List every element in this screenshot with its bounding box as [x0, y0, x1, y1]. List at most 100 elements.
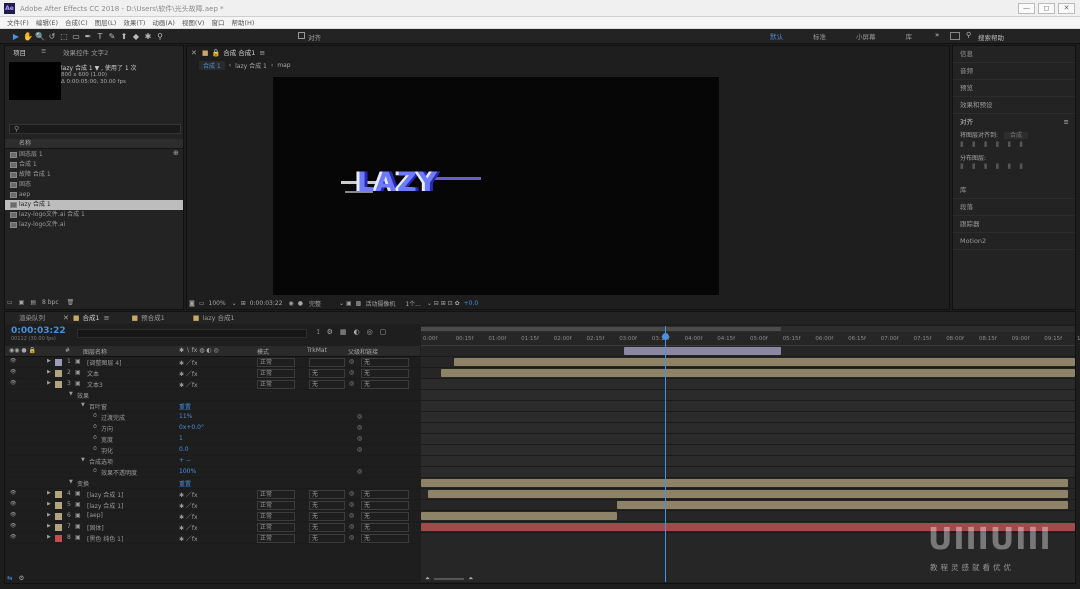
tool-4-icon[interactable]: ⬚: [58, 32, 70, 41]
project-item[interactable]: lazy-logo文件.ai: [5, 220, 183, 230]
workspace-icon[interactable]: [950, 32, 960, 40]
property-expand-icon[interactable]: ⏱: [93, 435, 97, 441]
tool-6-icon[interactable]: ✒: [82, 32, 94, 41]
property-row[interactable]: ⏱ 过渡完成 11% ◎: [5, 412, 420, 423]
expand-arrow-icon[interactable]: ▶: [47, 380, 51, 386]
layer-color-label[interactable]: [55, 513, 62, 520]
project-menu-icon[interactable]: ≡: [41, 47, 46, 55]
expand-arrow-icon[interactable]: ▶: [47, 512, 51, 518]
distribute-buttons[interactable]: ▮▮▮▮▮▮: [953, 162, 1075, 182]
timeline-timecode[interactable]: 0:00:03:22: [11, 326, 66, 336]
region-icon[interactable]: ⌄ ▣: [339, 300, 352, 307]
transparency-icon[interactable]: ▩: [356, 300, 362, 307]
viewer-canvas[interactable]: LAZY: [273, 77, 719, 295]
trash-icon[interactable]: 🗑: [67, 299, 75, 306]
tool-1-icon[interactable]: ✋: [22, 32, 34, 41]
playhead[interactable]: [661, 326, 669, 582]
property-expand-icon[interactable]: ▼: [69, 391, 73, 397]
tab-precomp-1[interactable]: 预合成1: [141, 312, 165, 324]
trkmat-dropdown[interactable]: [309, 358, 345, 367]
visibility-eye-icon[interactable]: 👁: [10, 369, 16, 375]
tab-lazy-comp[interactable]: lazy 合成1: [202, 312, 234, 324]
trkmat-dropdown[interactable]: 无: [309, 380, 345, 389]
project-item[interactable]: lazy 合成 1: [5, 200, 183, 210]
parent-dropdown[interactable]: 无: [361, 512, 409, 521]
expand-arrow-icon[interactable]: ▶: [47, 490, 51, 496]
property-value[interactable]: 100%: [179, 468, 196, 475]
layer-switch-icons[interactable]: ✱ ／fx: [179, 523, 198, 532]
workspace-3[interactable]: 库: [906, 31, 913, 41]
folder-icon[interactable]: ▣: [19, 299, 25, 306]
close-button[interactable]: ✕: [1058, 3, 1075, 14]
lock-icon[interactable]: 🔒: [212, 49, 221, 57]
property-row[interactable]: ⏱ 方向 0x+0.0° ◎: [5, 423, 420, 434]
workspace-1[interactable]: 标准: [813, 31, 826, 41]
column-name-header[interactable]: 名称: [19, 140, 31, 147]
layer-row[interactable]: 👁 ▶ 3 ▣ 文本3 ✱ ／fx 正常 无 ◎ 无: [5, 379, 420, 390]
align-menu-icon[interactable]: ≡: [1064, 114, 1069, 130]
menu-item-1[interactable]: 编辑(E): [36, 17, 58, 29]
timeline-switch-icons[interactable]: ⟟⚙▦◐◎▢: [317, 328, 393, 337]
tab-composition[interactable]: 合成 合成1: [223, 47, 255, 59]
zoom-out-icon[interactable]: ⏶: [425, 574, 430, 583]
layer-name[interactable]: [黑色 纯色 1]: [87, 534, 123, 543]
tool-5-icon[interactable]: ▭: [70, 32, 82, 41]
layer-duration-bar[interactable]: [623, 347, 781, 355]
tab-render-queue[interactable]: 渲染队列: [19, 312, 45, 324]
layer-switch-icons[interactable]: ✱ ／fx: [179, 369, 198, 378]
menu-item-4[interactable]: 效果(T): [123, 17, 145, 29]
layer-name[interactable]: [aep]: [87, 512, 103, 519]
tool-9-icon[interactable]: ⬆: [118, 32, 130, 41]
visibility-eye-icon[interactable]: 👁: [10, 534, 16, 540]
work-area-bar[interactable]: [421, 326, 1075, 332]
layer-color-label[interactable]: [55, 502, 62, 509]
expression-icon[interactable]: ◎: [357, 435, 362, 442]
right-panel-item[interactable]: 信息: [953, 46, 1075, 63]
view-options-icons[interactable]: ⌄ ⊟ ⊞ ⊡ ✿: [427, 300, 460, 307]
menu-item-3[interactable]: 图层(L): [95, 17, 117, 29]
trkmat-dropdown[interactable]: 无: [309, 501, 345, 510]
visibility-eye-icon[interactable]: 👁: [10, 490, 16, 496]
pickwhip-icon[interactable]: ◎: [349, 490, 354, 497]
tool-11-icon[interactable]: ✱: [142, 32, 154, 41]
views-select[interactable]: 1个...: [405, 299, 421, 308]
mode-dropdown[interactable]: 正常: [257, 490, 295, 499]
trkmat-dropdown[interactable]: 无: [309, 523, 345, 532]
close-icon[interactable]: ✕: [63, 314, 69, 322]
layer-name[interactable]: 文本3: [87, 380, 103, 389]
project-item[interactable]: 故障 合成 1: [5, 170, 183, 180]
layer-switch-icons[interactable]: ✱ ／fx: [179, 490, 198, 499]
property-value[interactable]: 1: [179, 435, 183, 442]
layer-name[interactable]: [lazy 合成 1]: [87, 501, 123, 510]
expression-icon[interactable]: ◎: [357, 413, 362, 420]
right-panel-item[interactable]: 效果和预设: [953, 97, 1075, 114]
layer-duration-bar[interactable]: [421, 512, 618, 520]
layer-name-header[interactable]: 图层名称: [83, 347, 107, 356]
layer-color-label[interactable]: [55, 381, 62, 388]
property-value[interactable]: 0x+0.0°: [179, 424, 204, 431]
project-item[interactable]: aep: [5, 190, 183, 200]
layer-name[interactable]: [lazy 合成 1]: [87, 490, 123, 499]
zoom-slider[interactable]: ⏶ ⏶: [425, 574, 473, 583]
expression-icon[interactable]: ◎: [357, 468, 362, 475]
layer-color-label[interactable]: [55, 359, 62, 366]
tool-12-icon[interactable]: ⚲: [154, 32, 166, 41]
layer-name[interactable]: 文本: [87, 369, 99, 378]
close-icon[interactable]: ✕: [191, 49, 197, 57]
parent-dropdown[interactable]: 无: [361, 358, 409, 367]
quality-select[interactable]: 完整: [309, 299, 321, 308]
snapshot-icon[interactable]: ◉: [289, 300, 294, 307]
right-panel-item[interactable]: 库: [953, 182, 1075, 199]
property-expand-icon[interactable]: ⏱: [93, 424, 97, 430]
parent-dropdown[interactable]: 无: [361, 490, 409, 499]
layer-name[interactable]: [调整图层 4]: [87, 358, 121, 367]
layer-switch-icons[interactable]: ✱ ／fx: [179, 534, 198, 543]
layer-duration-bar[interactable]: [427, 490, 1069, 498]
menu-item-6[interactable]: 视图(V): [182, 17, 205, 29]
tool-7-icon[interactable]: T: [94, 32, 106, 41]
property-expand-icon[interactable]: ▼: [81, 457, 85, 463]
expand-arrow-icon[interactable]: ▶: [47, 501, 51, 507]
zoom-in-icon[interactable]: ⏶: [468, 574, 473, 583]
right-panel-item[interactable]: 段落: [953, 199, 1075, 216]
trkmat-dropdown[interactable]: 无: [309, 512, 345, 521]
